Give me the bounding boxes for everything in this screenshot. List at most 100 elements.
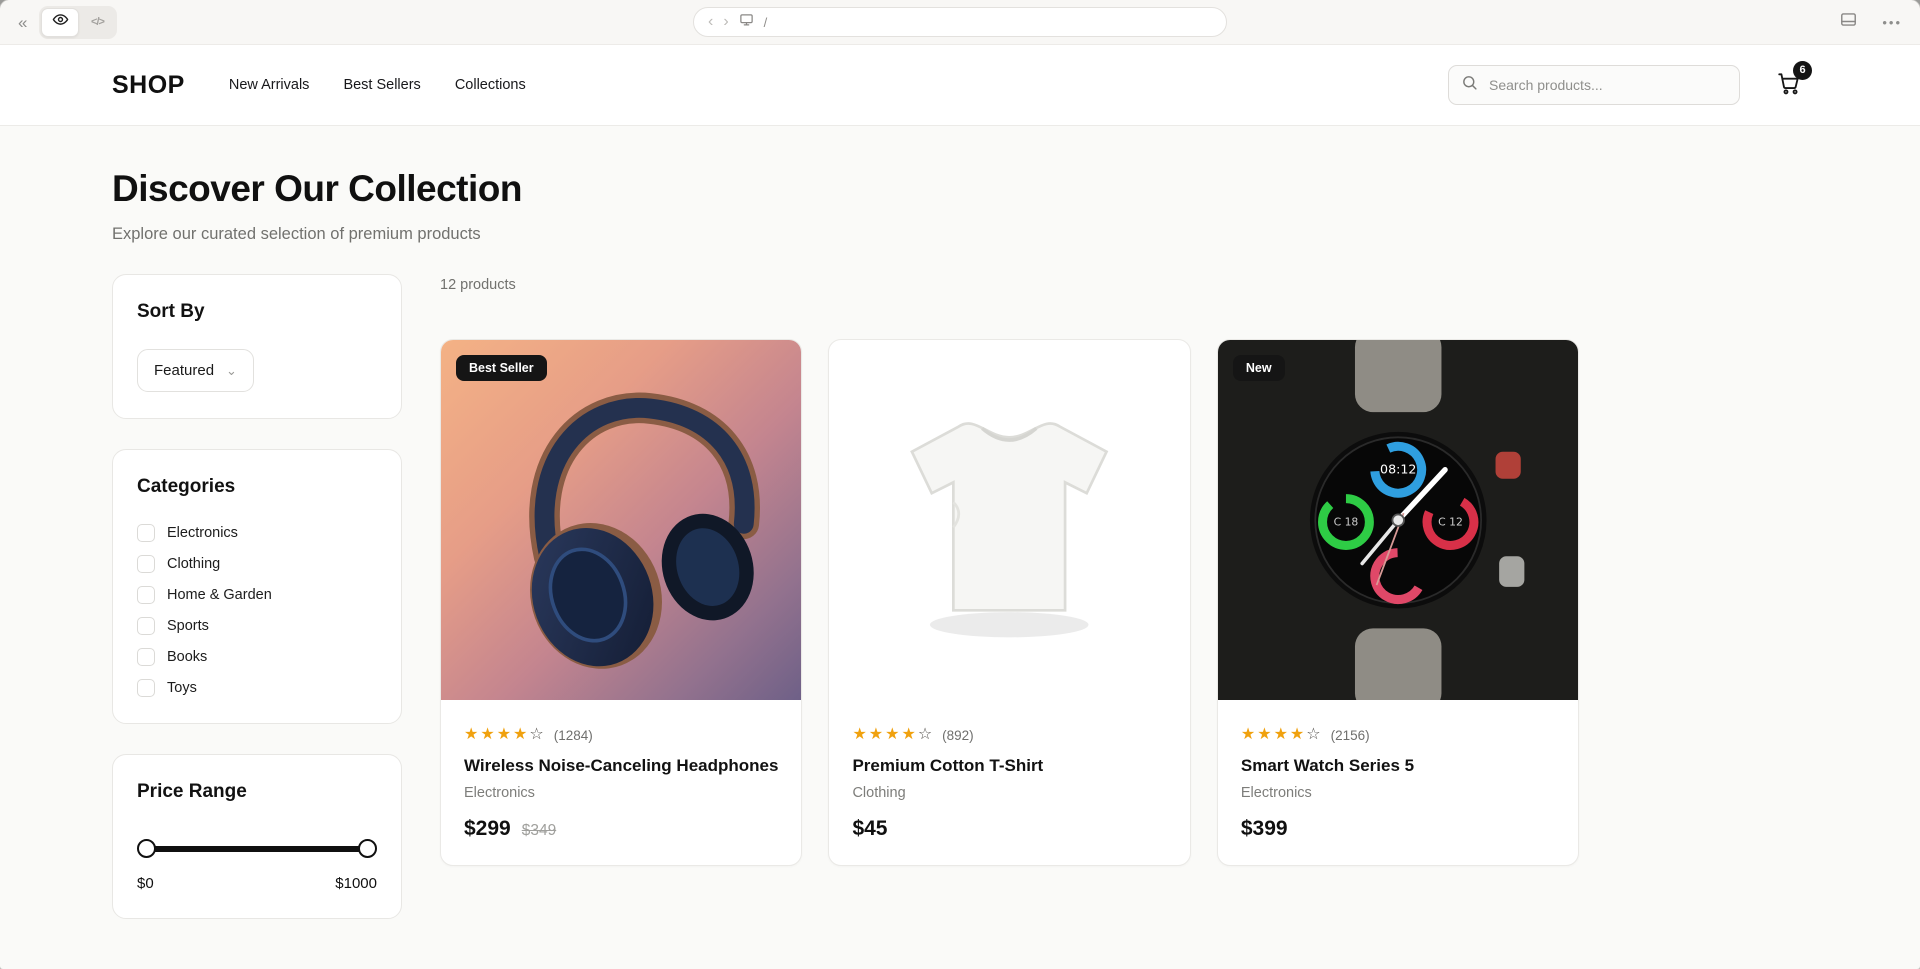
panel-layout-icon[interactable] xyxy=(1839,10,1858,34)
category-label: Toys xyxy=(167,680,197,696)
url-path: / xyxy=(763,14,768,30)
category-checkbox-books[interactable] xyxy=(137,648,155,666)
product-card-wireless-noise-canceling-headphones[interactable]: 08:12 C 18 C 12 Best Seller ★★★★ ☆ (1284… xyxy=(440,339,803,867)
categories-title: Categories xyxy=(137,476,236,497)
page-subtitle: Explore our curated selection of premium… xyxy=(112,225,481,243)
product-image: 08:12 C 18 C 12 New xyxy=(1217,340,1579,701)
search-box xyxy=(1448,65,1740,105)
svg-text:C 12: C 12 xyxy=(1438,516,1463,529)
sort-selected-value: Featured xyxy=(154,362,215,379)
category-option[interactable]: Books xyxy=(137,648,377,666)
category-option[interactable]: Home & Garden xyxy=(137,586,377,604)
view-mode-toggle: </> xyxy=(39,5,118,39)
product-image: 08:12 C 18 C 12 Best Seller xyxy=(441,340,802,701)
product-badge: New xyxy=(1232,355,1285,381)
sort-by-title: Sort By xyxy=(137,301,205,322)
slider-handle-min[interactable] xyxy=(137,839,156,858)
product-grid: 08:12 C 18 C 12 Best Seller ★★★★ ☆ (1284… xyxy=(440,339,1580,867)
product-price: $299 xyxy=(464,817,511,841)
product-original-price: $349 xyxy=(521,822,557,840)
product-card-smart-watch-series-5[interactable]: 08:12 C 18 C 12 New ★★★★ ☆ (2156) Smart … xyxy=(1216,339,1580,867)
slider-handle-max[interactable] xyxy=(358,839,377,858)
main-nav: New Arrivals Best Sellers Collections xyxy=(229,77,526,93)
code-icon: </> xyxy=(91,16,105,28)
nav-link-new-arrivals[interactable]: New Arrivals xyxy=(229,77,310,93)
code-toggle-button[interactable]: </> xyxy=(79,9,115,36)
price-range-slider xyxy=(137,839,377,858)
search-icon xyxy=(1461,74,1478,96)
product-badge: Best Seller xyxy=(456,355,547,381)
collapse-sidebar-icon[interactable]: « xyxy=(18,14,27,31)
product-title: Smart Watch Series 5 xyxy=(1240,756,1415,776)
device-preview-icon[interactable] xyxy=(739,12,754,32)
site-header: SHOP New Arrivals Best Sellers Collections… xyxy=(0,45,1920,126)
star-outline-icon: ☆ xyxy=(529,726,546,744)
filters-sidebar: Sort By Featured ⌄ Categories Electronic… xyxy=(112,274,402,919)
product-title: Premium Cotton T-Shirt xyxy=(852,756,1044,776)
search-input[interactable] xyxy=(1487,76,1727,94)
forward-icon[interactable]: › xyxy=(723,14,728,30)
price-range-title: Price Range xyxy=(137,781,247,802)
eye-icon xyxy=(52,11,69,33)
product-category: Clothing xyxy=(852,785,906,802)
product-price: $399 xyxy=(1240,817,1288,841)
categories-card: Categories Electronics Clothing Home & G… xyxy=(112,449,402,724)
svg-text:C 18: C 18 xyxy=(1333,516,1358,529)
category-label: Sports xyxy=(167,618,209,634)
product-image: 08:12 C 18 C 12 xyxy=(829,340,1190,701)
app-window: « </> ‹ › / ••• SHOP New Arrivals Best S… xyxy=(0,0,1920,969)
nav-link-collections[interactable]: Collections xyxy=(455,77,526,93)
star-outline-icon: ☆ xyxy=(917,726,935,744)
cart-icon xyxy=(1776,72,1802,100)
star-filled-icons: ★★★★ xyxy=(852,726,918,744)
cart-button[interactable]: 6 xyxy=(1776,60,1812,101)
chevron-down-icon: ⌄ xyxy=(226,363,237,378)
category-checkbox-home-garden[interactable] xyxy=(137,586,155,604)
price-range-card: Price Range $0 $1000 xyxy=(112,754,402,919)
review-count: (1284) xyxy=(553,727,593,743)
product-listing: 12 products Best Seller ★★★★ ☆ (1284) Wi… xyxy=(440,274,1580,919)
category-checkbox-sports[interactable] xyxy=(137,617,155,635)
price-min-label: $0 xyxy=(137,875,154,892)
product-rating: ★★★★ ☆ (1284) xyxy=(464,727,778,743)
product-price: $45 xyxy=(852,817,888,841)
category-option[interactable]: Toys xyxy=(137,679,377,697)
page-body: Discover Our Collection Explore our cura… xyxy=(0,126,1920,969)
product-card-premium-cotton-t-shirt[interactable]: 08:12 C 18 C 12 ★★★★ ☆ (892) Premium Cot… xyxy=(828,339,1191,867)
nav-link-best-sellers[interactable]: Best Sellers xyxy=(343,77,420,93)
category-option[interactable]: Clothing xyxy=(137,555,377,573)
sort-dropdown[interactable]: Featured ⌄ xyxy=(137,349,254,392)
page-title: Discover Our Collection xyxy=(112,168,523,209)
category-option[interactable]: Sports xyxy=(137,617,377,635)
product-title: Wireless Noise-Canceling Headphones xyxy=(464,756,779,776)
browser-toolbar: « </> ‹ › / ••• xyxy=(0,0,1920,45)
star-outline-icon: ☆ xyxy=(1306,726,1323,744)
product-rating: ★★★★ ☆ (2156) xyxy=(1241,727,1555,743)
cart-count-badge: 6 xyxy=(1793,60,1812,80)
shop-logo[interactable]: SHOP xyxy=(112,71,185,100)
categories-list: Electronics Clothing Home & Garden Sport… xyxy=(137,524,377,697)
category-label: Home & Garden xyxy=(167,587,272,603)
category-label: Books xyxy=(167,649,208,665)
category-label: Electronics xyxy=(167,525,238,541)
price-max-label: $1000 xyxy=(335,875,377,892)
product-rating: ★★★★ ☆ (892) xyxy=(852,727,1166,743)
watch-product-image: 08:12 C 18 C 12 xyxy=(1217,340,1579,701)
address-bar[interactable]: ‹ › / xyxy=(693,7,1227,37)
headphones-product-image xyxy=(441,340,802,701)
star-filled-icons: ★★★★ xyxy=(464,726,530,744)
review-count: (2156) xyxy=(1330,727,1370,743)
category-checkbox-clothing[interactable] xyxy=(137,555,155,573)
product-category: Electronics xyxy=(464,785,535,802)
tshirt-product-image xyxy=(829,340,1190,701)
review-count: (892) xyxy=(942,727,974,743)
preview-toggle-button[interactable] xyxy=(41,7,80,37)
category-checkbox-electronics[interactable] xyxy=(137,524,155,542)
category-checkbox-toys[interactable] xyxy=(137,679,155,697)
category-label: Clothing xyxy=(167,556,221,572)
more-options-icon[interactable]: ••• xyxy=(1882,15,1902,30)
category-option[interactable]: Electronics xyxy=(137,524,377,542)
back-icon[interactable]: ‹ xyxy=(708,14,713,30)
slider-track[interactable] xyxy=(141,846,373,852)
sort-by-card: Sort By Featured ⌄ xyxy=(112,274,402,419)
